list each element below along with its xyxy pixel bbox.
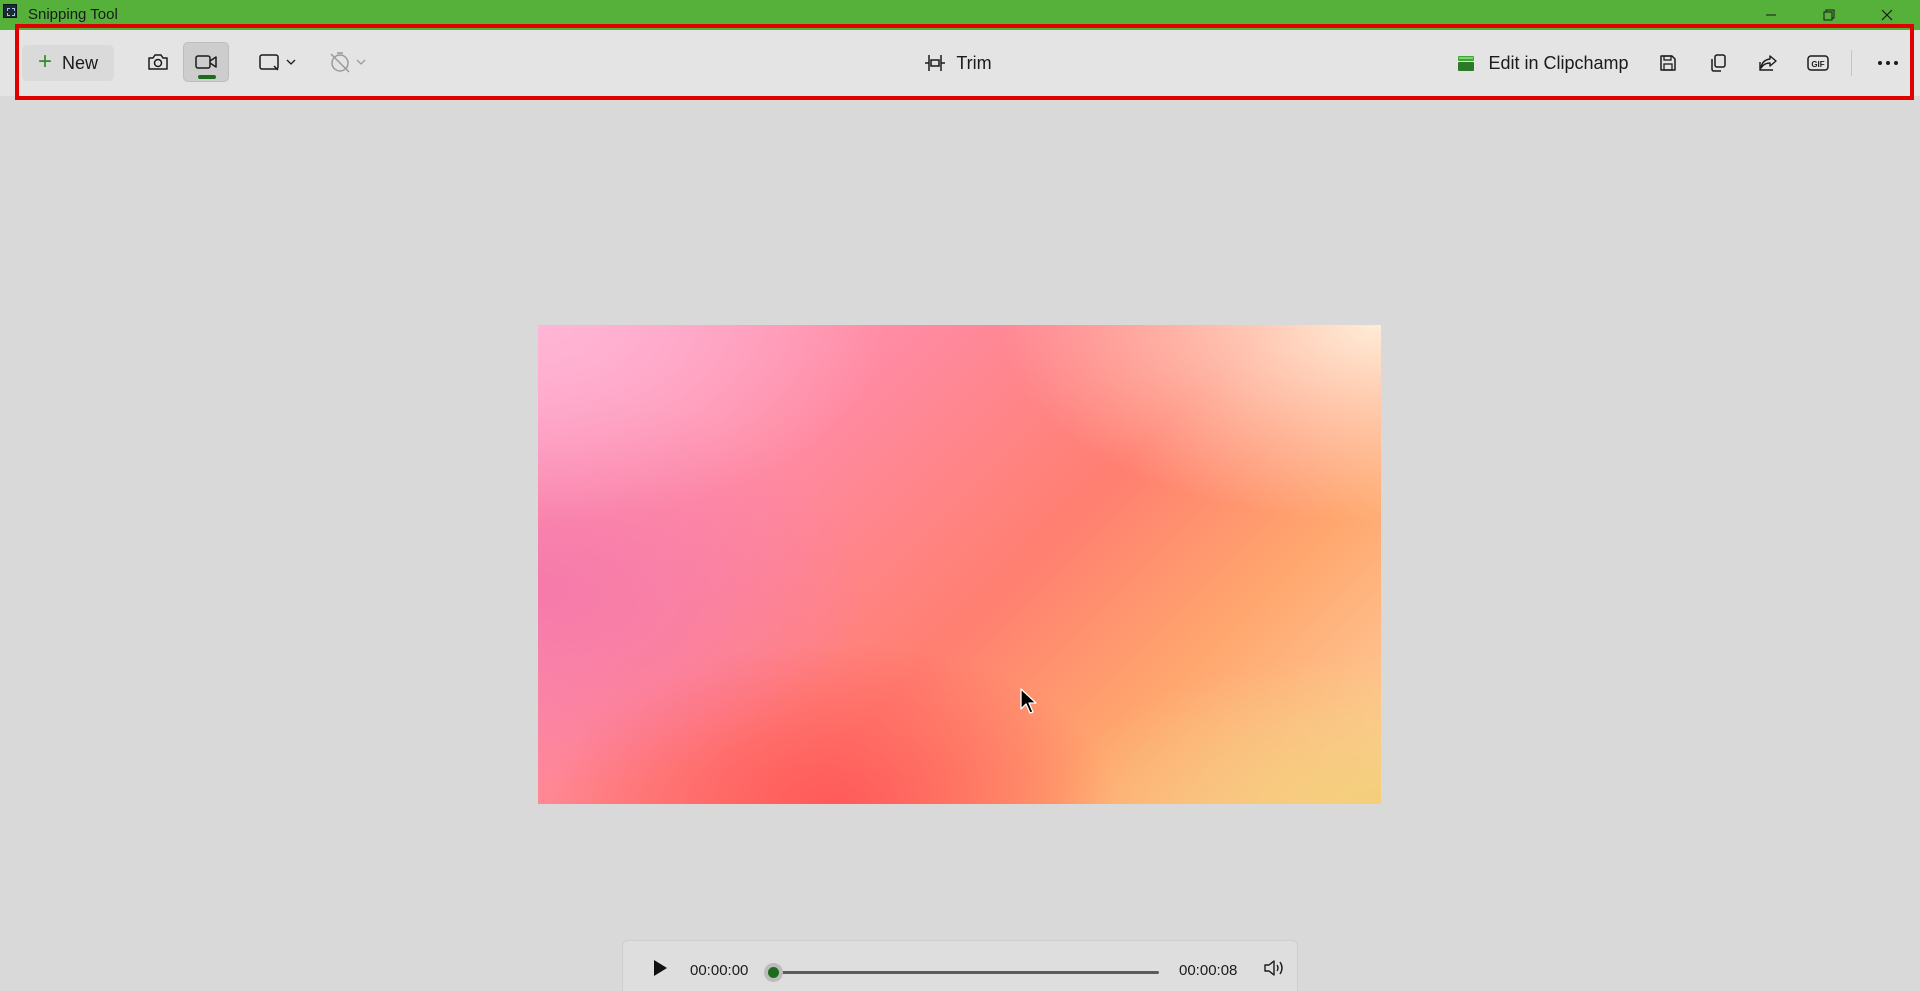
title-bar: Snipping Tool [0,0,1920,30]
new-button-label: New [62,52,99,73]
share-button[interactable] [1748,45,1788,81]
save-button[interactable] [1648,45,1688,81]
clipchamp-label: Edit in Clipchamp [1488,52,1629,73]
close-button[interactable] [1858,0,1916,30]
play-icon [654,960,667,976]
trim-button[interactable]: Trim [922,45,994,81]
volume-button[interactable] [1259,955,1289,981]
rectangle-mode-icon [259,54,279,71]
clipchamp-icon [1458,56,1475,71]
minimize-button[interactable] [1742,0,1800,30]
gif-button[interactable]: GIF [1798,45,1838,81]
mouse-pointer-icon [1020,688,1037,714]
video-player-controls: 00:00:00 00:00:08 [622,940,1298,991]
save-icon [1660,55,1676,71]
total-time: 00:00:08 [1179,962,1238,979]
chevron-down-icon [286,59,296,65]
copy-button[interactable] [1698,45,1738,81]
snipping-area-dropdown[interactable] [253,45,301,79]
more-icon [1878,61,1898,65]
selected-indicator [198,75,216,79]
svg-text:GIF: GIF [1811,60,1824,69]
capture-mode-toggle [133,42,229,82]
window-title: Snipping Tool [28,6,118,23]
restore-icon [1823,9,1835,21]
minimize-icon [1766,14,1776,16]
more-options-button[interactable] [1868,45,1908,81]
edit-in-clipchamp-button[interactable]: Edit in Clipchamp [1455,45,1630,81]
gif-icon: GIF [1807,55,1829,71]
chevron-down-icon [356,59,366,65]
restore-button[interactable] [1800,0,1858,30]
progress-thumb[interactable] [763,963,783,982]
delay-dropdown[interactable] [323,45,371,79]
snipping-tool-app-icon [3,4,17,18]
video-camera-icon [195,55,217,69]
video-preview[interactable] [538,325,1381,804]
close-icon [1881,9,1893,21]
camera-icon [148,54,168,70]
no-delay-timer-icon [330,52,350,73]
play-button[interactable] [645,956,675,980]
volume-icon [1264,960,1283,976]
plus-icon: + [37,47,52,75]
trim-icon [925,55,946,71]
trim-label: Trim [956,52,992,73]
share-icon [1759,55,1777,71]
new-button[interactable]: + New [22,45,114,81]
toolbar-divider [1851,50,1852,76]
record-mode-button[interactable] [183,42,229,82]
current-time: 00:00:00 [690,962,749,979]
progress-slider[interactable] [773,971,1159,974]
snip-mode-button[interactable] [135,42,181,82]
copy-icon [1711,54,1726,72]
